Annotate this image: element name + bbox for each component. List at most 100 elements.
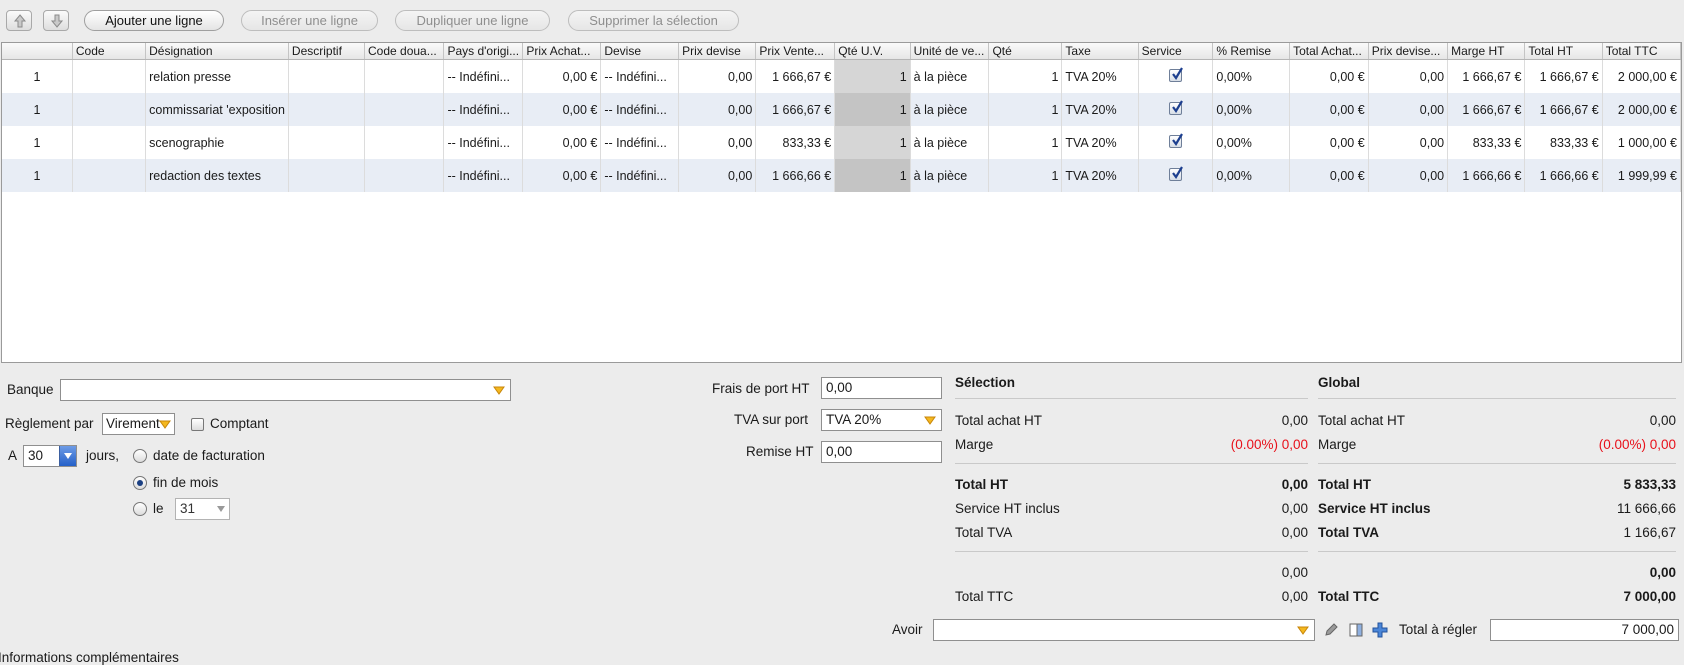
avoir-combo[interactable] — [933, 619, 1315, 641]
cell-line-number[interactable]: 1 — [2, 159, 73, 192]
cell-unite[interactable]: à la pièce — [910, 59, 990, 93]
cell-taxe[interactable]: TVA 20% — [1061, 93, 1139, 126]
service-checkbox[interactable] — [1169, 99, 1183, 115]
service-checkbox[interactable] — [1169, 66, 1183, 82]
column-header-unite[interactable]: Unité de ve... — [910, 43, 990, 60]
cell-code[interactable] — [72, 59, 147, 93]
cell-total-ht[interactable]: 1 666,66 € — [1524, 159, 1603, 192]
column-header-taxe[interactable]: Taxe — [1061, 43, 1139, 60]
cell-total-achat[interactable]: 0,00 € — [1289, 93, 1369, 126]
comptant-checkbox[interactable] — [191, 418, 204, 431]
cell-unite[interactable]: à la pièce — [910, 126, 990, 159]
column-header-qte-uv[interactable]: Qté U.V. — [834, 43, 911, 60]
cell-unite[interactable]: à la pièce — [910, 93, 990, 126]
column-header-code[interactable]: Code — [72, 43, 147, 60]
column-header-pays[interactable]: Pays d'origi... — [443, 43, 524, 60]
banque-combo[interactable] — [60, 379, 511, 401]
cell-code-douane[interactable] — [364, 93, 445, 126]
cell-prix-achat[interactable]: 0,00 € — [522, 59, 602, 93]
cell-descriptif[interactable] — [288, 126, 366, 159]
days-spinner-button[interactable] — [59, 446, 76, 466]
tva-port-combo[interactable]: TVA 20% — [821, 409, 942, 431]
cell-prix-devise-2[interactable]: 0,00 — [1368, 126, 1449, 159]
column-header-prix-devise[interactable]: Prix devise — [678, 43, 757, 60]
cell-taxe[interactable]: TVA 20% — [1061, 59, 1139, 93]
table-row[interactable]: 1 scenographie -- Indéfini... 0,00 € -- … — [2, 126, 1681, 159]
cell-total-achat[interactable]: 0,00 € — [1289, 59, 1369, 93]
cell-marge-ht[interactable]: 1 666,67 € — [1447, 93, 1526, 126]
cell-total-ttc[interactable]: 2 000,00 € — [1602, 93, 1681, 126]
column-header-total-achat[interactable]: Total Achat... — [1289, 43, 1369, 60]
cell-pays[interactable]: -- Indéfini... — [443, 59, 524, 93]
column-header-designation[interactable]: Désignation — [145, 43, 289, 60]
invoice-lines-table[interactable]: Code Désignation Descriptif Code doua...… — [1, 42, 1682, 363]
radio-fin-de-mois[interactable] — [133, 476, 147, 490]
cell-marge-ht[interactable]: 1 666,67 € — [1447, 59, 1526, 93]
cell-prix-devise[interactable]: 0,00 — [678, 93, 757, 126]
column-header-descriptif[interactable]: Descriptif — [288, 43, 366, 60]
pencil-icon[interactable] — [1323, 622, 1339, 638]
cell-prix-vente[interactable]: 1 666,66 € — [755, 159, 836, 192]
cell-prix-achat[interactable]: 0,00 € — [522, 93, 602, 126]
plus-icon[interactable] — [1372, 622, 1388, 638]
cell-line-number[interactable]: 1 — [2, 93, 73, 126]
service-checkbox[interactable] — [1169, 132, 1183, 148]
duplicate-line-button[interactable]: Dupliquer une ligne — [395, 10, 550, 31]
cell-line-number[interactable]: 1 — [2, 126, 73, 159]
cell-prix-vente[interactable]: 1 666,67 € — [755, 93, 836, 126]
radio-date-facturation[interactable] — [133, 449, 147, 463]
column-header-qte[interactable]: Qté — [988, 43, 1063, 60]
cell-remise[interactable]: 0,00% — [1212, 126, 1291, 159]
cell-qte-uv[interactable]: 1 — [834, 126, 911, 159]
cell-total-ht[interactable]: 833,33 € — [1524, 126, 1603, 159]
cell-total-achat[interactable]: 0,00 € — [1289, 159, 1369, 192]
cell-prix-vente[interactable]: 1 666,67 € — [755, 59, 836, 93]
add-line-button[interactable]: Ajouter une ligne — [84, 10, 224, 31]
informations-complementaires-label[interactable]: Informations complémentaires — [0, 650, 179, 665]
cell-total-ht[interactable]: 1 666,67 € — [1524, 59, 1603, 93]
cell-prix-achat[interactable]: 0,00 € — [522, 159, 602, 192]
cell-code-douane[interactable] — [364, 159, 445, 192]
column-header-service[interactable]: Service — [1138, 43, 1214, 60]
cell-descriptif[interactable] — [288, 59, 366, 93]
cell-prix-achat[interactable]: 0,00 € — [522, 126, 602, 159]
cell-total-ttc[interactable]: 1 999,99 € — [1602, 159, 1681, 192]
cell-descriptif[interactable] — [288, 93, 366, 126]
table-row[interactable]: 1 commissariat 'exposition -- Indéfini..… — [2, 93, 1681, 126]
cell-code-douane[interactable] — [364, 59, 445, 93]
column-header-total-ttc[interactable]: Total TTC — [1602, 43, 1681, 60]
cell-total-ttc[interactable]: 1 000,00 € — [1602, 126, 1681, 159]
cell-pays[interactable]: -- Indéfini... — [443, 126, 524, 159]
cell-qte-uv[interactable]: 1 — [834, 159, 911, 192]
cell-prix-vente[interactable]: 833,33 € — [755, 126, 836, 159]
cell-line-number[interactable]: 1 — [2, 59, 73, 93]
column-header-devise[interactable]: Devise — [600, 43, 680, 60]
column-header-total-ht[interactable]: Total HT — [1524, 43, 1603, 60]
cell-prix-devise[interactable]: 0,00 — [678, 159, 757, 192]
days-spinner[interactable]: 30 — [23, 445, 77, 467]
column-header-prix-devise-2[interactable]: Prix devise... — [1368, 43, 1449, 60]
reglement-combo[interactable]: Virement — [102, 413, 175, 435]
cell-code[interactable] — [72, 93, 147, 126]
cell-taxe[interactable]: TVA 20% — [1061, 159, 1139, 192]
remise-ht-input[interactable]: 0,00 — [821, 441, 942, 463]
radio-le[interactable] — [133, 502, 147, 516]
cell-pays[interactable]: -- Indéfini... — [443, 159, 524, 192]
table-row[interactable]: 1 redaction des textes -- Indéfini... 0,… — [2, 159, 1681, 192]
cell-prix-devise-2[interactable]: 0,00 — [1368, 159, 1449, 192]
cell-total-ht[interactable]: 1 666,67 € — [1524, 93, 1603, 126]
cell-qte-uv[interactable]: 1 — [834, 93, 911, 126]
cell-qte-uv[interactable]: 1 — [834, 59, 911, 93]
column-header-marge-ht[interactable]: Marge HT — [1447, 43, 1526, 60]
cell-designation[interactable]: redaction des textes — [145, 159, 289, 192]
column-header-prix-vente[interactable]: Prix Vente... — [755, 43, 836, 60]
cell-service[interactable] — [1138, 93, 1214, 126]
cell-descriptif[interactable] — [288, 159, 366, 192]
service-checkbox[interactable] — [1169, 165, 1183, 181]
column-header-remise[interactable]: % Remise — [1212, 43, 1291, 60]
cell-code-douane[interactable] — [364, 126, 445, 159]
cell-prix-devise[interactable]: 0,00 — [678, 59, 757, 93]
cell-designation[interactable]: commissariat 'exposition — [145, 93, 289, 126]
cell-prix-devise-2[interactable]: 0,00 — [1368, 59, 1449, 93]
cell-code[interactable] — [72, 159, 147, 192]
